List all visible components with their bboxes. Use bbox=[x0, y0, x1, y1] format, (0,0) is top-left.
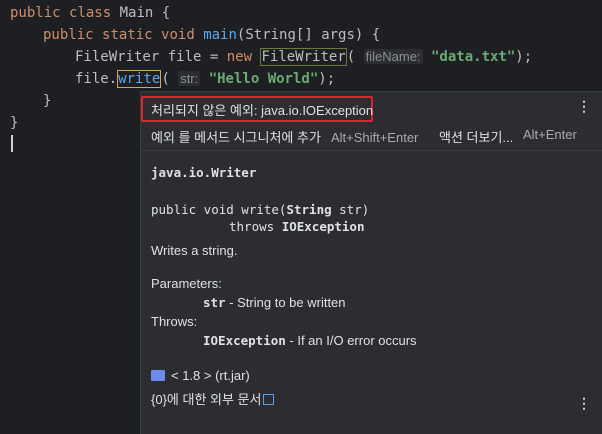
parameter-hint: str: bbox=[178, 71, 201, 86]
class-name: Main bbox=[119, 5, 154, 21]
method-name: main bbox=[203, 27, 237, 43]
paren: ( bbox=[161, 71, 170, 87]
throws-keyword: throws bbox=[229, 219, 282, 234]
quickfix-shortcut: Alt+Shift+Enter bbox=[330, 130, 419, 145]
string-literal: "data.txt" bbox=[431, 49, 516, 65]
code-line-2[interactable]: public static void main(String[] args) { bbox=[43, 24, 380, 46]
keyword: void bbox=[161, 27, 195, 43]
keyword: public bbox=[43, 27, 94, 43]
throws-entry: IOException - If an I/O error occurs bbox=[203, 333, 417, 348]
problem-description: 처리되지 않은 예외: java.io.IOException bbox=[151, 103, 374, 118]
paren: ); bbox=[515, 49, 533, 65]
add-exception-action[interactable]: 예외 를 메서드 시그니처에 추가 Alt+Shift+Enter bbox=[151, 127, 418, 146]
throws-description: - If an I/O error occurs bbox=[285, 333, 417, 348]
constructor-call[interactable]: FileWriter bbox=[260, 48, 347, 66]
signature-prefix: public void write( bbox=[151, 202, 287, 217]
param-entry: str - String to be written bbox=[203, 295, 346, 310]
more-vertical-icon[interactable]: ⋮ bbox=[577, 395, 591, 412]
signature-param-type[interactable]: String bbox=[286, 202, 331, 217]
library-icon bbox=[151, 368, 165, 381]
library-label: < 1.8 > (rt.jar) bbox=[171, 368, 250, 383]
object-ref: file. bbox=[75, 71, 118, 87]
parameter-hint: fileName: bbox=[363, 49, 423, 64]
code-line-6[interactable]: } bbox=[10, 112, 18, 134]
paren: ); bbox=[318, 71, 336, 87]
method-params: (String[] args) { bbox=[236, 27, 381, 43]
paren: ( bbox=[346, 49, 356, 65]
code-line-4[interactable]: file.write( str: "Hello World"); bbox=[75, 68, 335, 90]
quickfix-label[interactable]: 예외 를 메서드 시그니처에 추가 bbox=[151, 130, 321, 145]
code-line-3[interactable]: FileWriter file = new FileWriter( fileNa… bbox=[75, 46, 532, 68]
brace: } bbox=[10, 115, 19, 131]
keyword: new bbox=[226, 49, 253, 65]
external-docs-label[interactable]: {0}에 대한 외부 문서 bbox=[151, 392, 261, 407]
throws-type[interactable]: IOException bbox=[282, 219, 365, 234]
doc-class-name: java.io.Writer bbox=[151, 165, 257, 180]
method-call-error[interactable]: write bbox=[117, 70, 162, 88]
keyword: static bbox=[102, 27, 153, 43]
external-link-icon[interactable] bbox=[263, 394, 275, 405]
more-actions-shortcut: Alt+Enter bbox=[523, 127, 577, 142]
throws-name[interactable]: IOException bbox=[203, 333, 286, 348]
brace: } bbox=[43, 93, 52, 109]
keyword: class bbox=[69, 5, 112, 21]
external-docs-link[interactable]: {0}에 대한 외부 문서 bbox=[151, 389, 275, 408]
more-actions-link[interactable]: 액션 더보기... bbox=[439, 127, 513, 146]
doc-signature: public void write(String str) bbox=[151, 202, 369, 217]
param-description: - String to be written bbox=[225, 295, 346, 310]
text-cursor bbox=[11, 135, 13, 152]
code-line-1[interactable]: public class Main { bbox=[10, 2, 170, 24]
keyword: public bbox=[10, 5, 61, 21]
divider bbox=[141, 150, 602, 151]
error-quickfix-popup: 처리되지 않은 예외: java.io.IOException ⋮ 예외 를 메… bbox=[140, 91, 602, 434]
more-vertical-icon[interactable]: ⋮ bbox=[577, 98, 591, 115]
param-name: str bbox=[203, 295, 226, 310]
parameters-heading: Parameters: bbox=[151, 276, 222, 291]
throws-heading: Throws: bbox=[151, 314, 198, 329]
library-info: < 1.8 > (rt.jar) bbox=[151, 368, 250, 383]
doc-description: Writes a string. bbox=[151, 243, 238, 258]
doc-throws-clause: throws IOException bbox=[229, 219, 364, 234]
variable-decl: file = bbox=[159, 49, 227, 65]
brace: { bbox=[153, 5, 171, 21]
code-line-5[interactable]: } bbox=[43, 90, 51, 112]
string-literal: "Hello World" bbox=[208, 71, 319, 87]
type-name: FileWriter bbox=[75, 49, 160, 65]
signature-param-name: str) bbox=[331, 202, 370, 217]
